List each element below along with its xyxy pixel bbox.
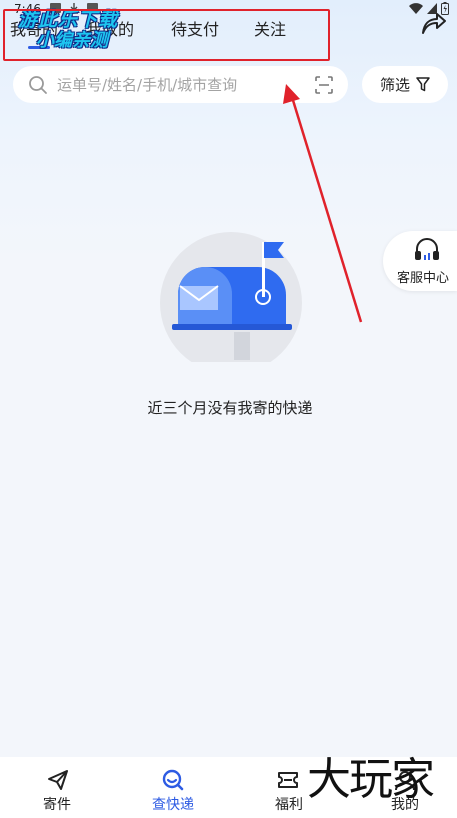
gift-icon: [278, 772, 298, 788]
search-input[interactable]: [57, 74, 307, 96]
search-package-icon: [162, 769, 184, 791]
service-center-label: 客服中心: [397, 271, 450, 286]
nav-send-label: 寄件: [43, 797, 71, 813]
nav-track-label: 查快递: [152, 797, 194, 813]
filter-button[interactable]: 筛选: [362, 66, 448, 103]
search-bar[interactable]: [13, 66, 348, 103]
corner-watermark-logo: 大玩家: [307, 754, 435, 805]
funnel-icon: [416, 77, 430, 92]
headset-icon: [415, 238, 439, 260]
share-icon[interactable]: [418, 8, 448, 38]
empty-state-message: 近三个月没有我寄的快递: [147, 399, 313, 417]
scan-icon[interactable]: [314, 75, 334, 95]
paper-plane-icon: [48, 770, 68, 790]
annotation-highlight-box: [3, 9, 330, 61]
mailbox-icon: [160, 232, 302, 362]
service-center-button[interactable]: 客服中心: [383, 231, 457, 291]
nav-track[interactable]: 查快递: [128, 757, 218, 818]
search-icon: [29, 76, 47, 94]
filter-label: 筛选: [379, 76, 410, 94]
nav-send[interactable]: 寄件: [12, 757, 102, 818]
